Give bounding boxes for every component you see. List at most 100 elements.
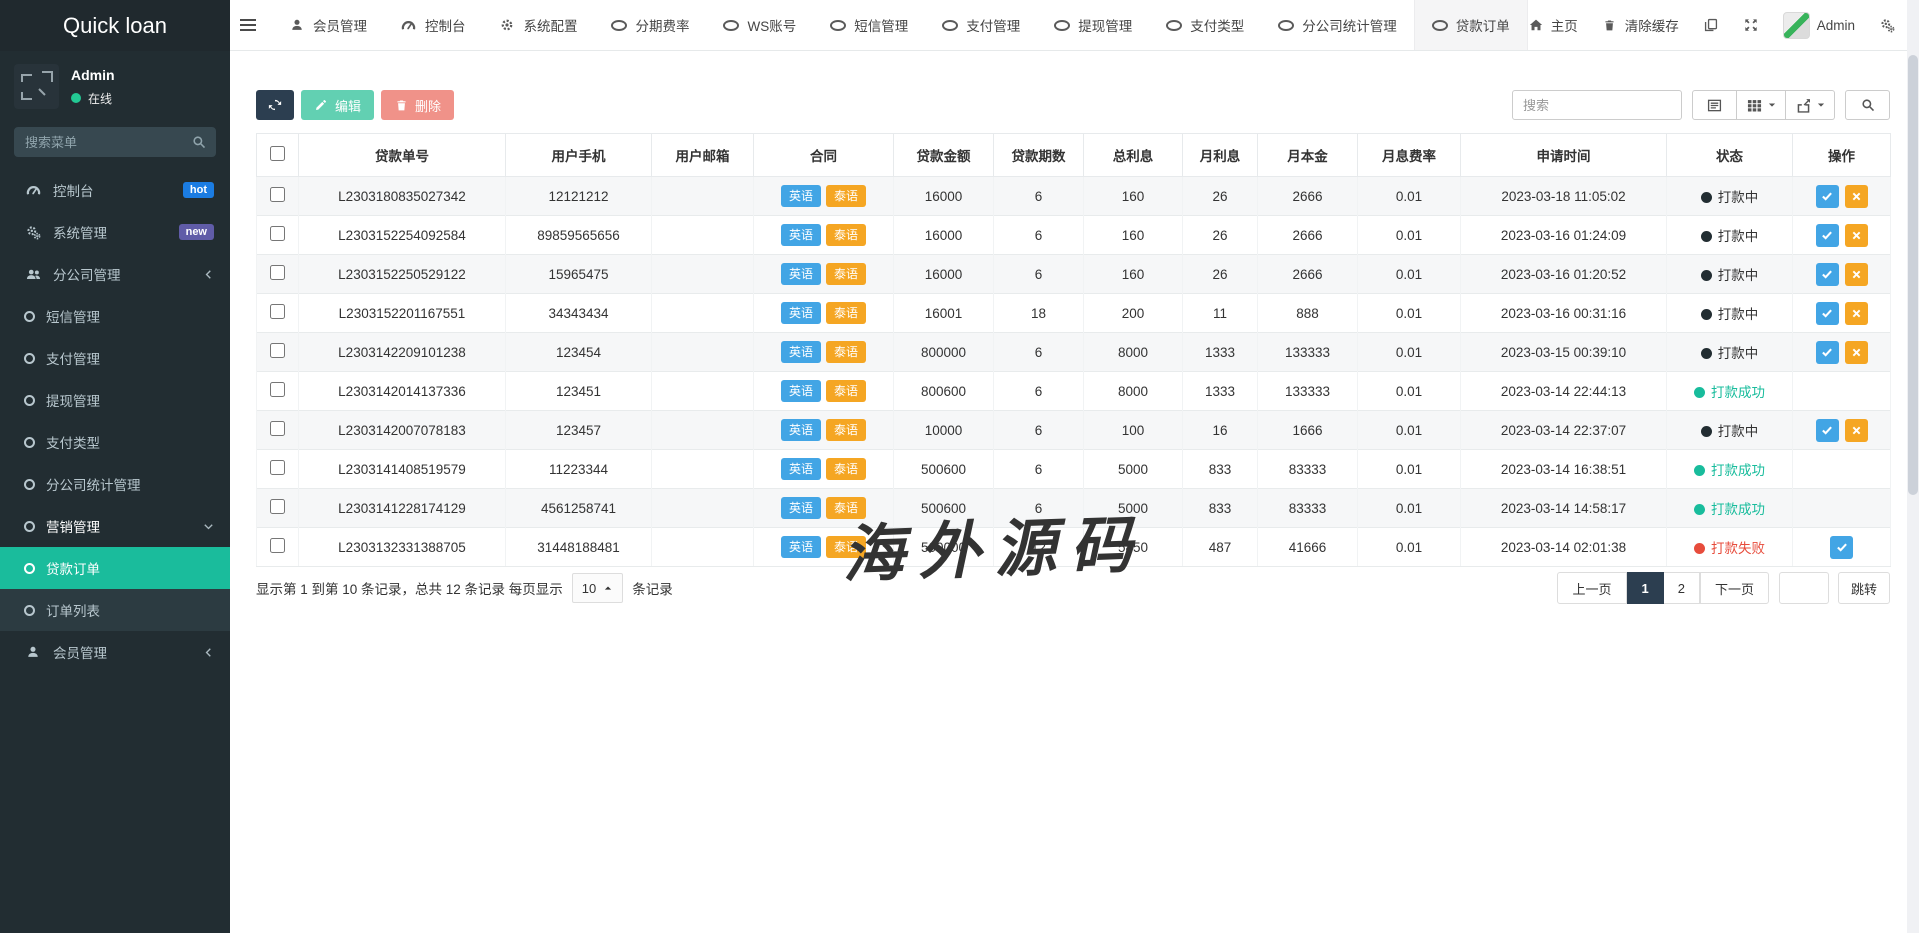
cell-contract: 英语泰语 [754, 333, 894, 372]
contract-english-button[interactable]: 英语 [781, 458, 821, 480]
row-checkbox[interactable] [270, 265, 285, 280]
row-checkbox[interactable] [270, 187, 285, 202]
row-checkbox[interactable] [270, 343, 285, 358]
fullscreen-button[interactable] [1743, 18, 1759, 32]
navbar-tab[interactable]: 短信管理 [813, 0, 925, 50]
confirm-payment-button[interactable] [1816, 419, 1839, 442]
export-button[interactable] [1786, 90, 1835, 120]
cell-monthly_principal: 1666 [1258, 411, 1358, 450]
row-checkbox[interactable] [270, 382, 285, 397]
sidebar-item[interactable]: 短信管理 [0, 295, 230, 337]
cell-monthly_rate: 0.01 [1358, 372, 1461, 411]
contract-thai-button[interactable]: 泰语 [826, 380, 866, 402]
confirm-payment-button[interactable] [1816, 224, 1839, 247]
hamburger-menu-icon[interactable] [230, 0, 266, 50]
contract-thai-button[interactable]: 泰语 [826, 302, 866, 324]
cancel-payment-button[interactable] [1845, 224, 1868, 247]
contract-thai-button[interactable]: 泰语 [826, 458, 866, 480]
cancel-payment-button[interactable] [1845, 185, 1868, 208]
contract-thai-button[interactable]: 泰语 [826, 224, 866, 246]
contract-english-button[interactable]: 英语 [781, 263, 821, 285]
settings-button[interactable] [1879, 18, 1895, 33]
cancel-payment-button[interactable] [1845, 302, 1868, 325]
navbar-tab[interactable]: 支付类型 [1149, 0, 1261, 50]
contract-thai-button[interactable]: 泰语 [826, 419, 866, 441]
scrollbar-thumb[interactable] [1908, 55, 1918, 495]
confirm-payment-button[interactable] [1816, 263, 1839, 286]
contract-thai-button[interactable]: 泰语 [826, 185, 866, 207]
jump-button[interactable]: 跳转 [1838, 572, 1890, 604]
search-icon[interactable] [190, 135, 208, 149]
cancel-payment-button[interactable] [1845, 419, 1868, 442]
admin-menu[interactable]: Admin [1783, 12, 1855, 39]
confirm-payment-button[interactable] [1816, 341, 1839, 364]
page-number-button[interactable]: 1 [1627, 572, 1664, 604]
contract-thai-button[interactable]: 泰语 [826, 263, 866, 285]
page-size-dropdown[interactable]: 10 [572, 573, 623, 603]
sidebar-item[interactable]: 系统管理new [0, 211, 230, 253]
copy-button[interactable] [1703, 18, 1719, 32]
sidebar-item[interactable]: 支付管理 [0, 337, 230, 379]
contract-thai-button[interactable]: 泰语 [826, 497, 866, 519]
navbar-tab[interactable]: 控制台 [384, 0, 483, 50]
row-checkbox[interactable] [270, 226, 285, 241]
navbar-tab[interactable]: 分期费率 [594, 0, 706, 50]
sidebar-item[interactable]: 控制台hot [0, 169, 230, 211]
sidebar-item[interactable]: 营销管理 [0, 505, 230, 547]
sidebar-item[interactable]: 提现管理 [0, 379, 230, 421]
column-header: 贷款金额 [894, 134, 994, 177]
prev-page-button[interactable]: 上一页 [1557, 572, 1626, 604]
contract-english-button[interactable]: 英语 [781, 536, 821, 558]
contract-english-button[interactable]: 英语 [781, 341, 821, 363]
cancel-payment-button[interactable] [1845, 341, 1868, 364]
row-checkbox[interactable] [270, 499, 285, 514]
confirm-payment-button[interactable] [1830, 536, 1853, 559]
navbar-tab[interactable]: 系统配置 [482, 0, 594, 50]
confirm-payment-button[interactable] [1816, 302, 1839, 325]
row-checkbox[interactable] [270, 304, 285, 319]
refresh-button[interactable] [256, 90, 294, 120]
detail-view-button[interactable] [1692, 90, 1737, 120]
navbar-tab[interactable]: 会员管理 [272, 0, 384, 50]
select-all-checkbox[interactable] [270, 146, 285, 161]
columns-button[interactable] [1737, 90, 1786, 120]
next-page-button[interactable]: 下一页 [1700, 572, 1769, 604]
delete-button[interactable]: 删除 [381, 90, 454, 120]
navbar-tab[interactable]: WS账号 [706, 0, 813, 50]
home-button[interactable]: 主页 [1528, 15, 1578, 35]
scrollbar[interactable] [1907, 0, 1919, 933]
contract-english-button[interactable]: 英语 [781, 419, 821, 441]
sidebar-search-input[interactable] [14, 127, 216, 157]
confirm-payment-button[interactable] [1816, 185, 1839, 208]
advanced-search-button[interactable] [1845, 90, 1890, 120]
sidebar-item[interactable]: 支付类型 [0, 421, 230, 463]
sidebar-item[interactable]: 会员管理 [0, 631, 230, 673]
cancel-payment-button[interactable] [1845, 263, 1868, 286]
contract-thai-button[interactable]: 泰语 [826, 341, 866, 363]
row-checkbox[interactable] [270, 538, 285, 553]
page-number-button[interactable]: 2 [1664, 572, 1700, 604]
sidebar-item[interactable]: 贷款订单 [0, 547, 230, 589]
cell-monthly_principal: 41666 [1258, 528, 1358, 567]
sidebar-item[interactable]: 订单列表 [0, 589, 230, 631]
contract-english-button[interactable]: 英语 [781, 185, 821, 207]
contract-english-button[interactable]: 英语 [781, 380, 821, 402]
contract-english-button[interactable]: 英语 [781, 224, 821, 246]
contract-english-button[interactable]: 英语 [781, 497, 821, 519]
contract-english-button[interactable]: 英语 [781, 302, 821, 324]
sidebar-item[interactable]: 分公司管理 [0, 253, 230, 295]
jump-page-input[interactable] [1779, 572, 1829, 604]
clear-cache-button[interactable]: 清除缓存 [1602, 15, 1679, 35]
navbar-right: 主页 清除缓存 Admin [1528, 0, 1919, 50]
row-checkbox[interactable] [270, 421, 285, 436]
navbar-tab[interactable]: 提现管理 [1037, 0, 1149, 50]
edit-button[interactable]: 编辑 [301, 90, 374, 120]
table-search-input[interactable] [1512, 90, 1682, 120]
navbar-tab[interactable]: 分公司统计管理 [1261, 0, 1414, 50]
navbar-tab[interactable]: 支付管理 [925, 0, 1037, 50]
cell-actions [1793, 294, 1891, 333]
sidebar-item[interactable]: 分公司统计管理 [0, 463, 230, 505]
navbar-tab[interactable]: 贷款订单 [1414, 0, 1528, 50]
row-checkbox[interactable] [270, 460, 285, 475]
contract-thai-button[interactable]: 泰语 [826, 536, 866, 558]
